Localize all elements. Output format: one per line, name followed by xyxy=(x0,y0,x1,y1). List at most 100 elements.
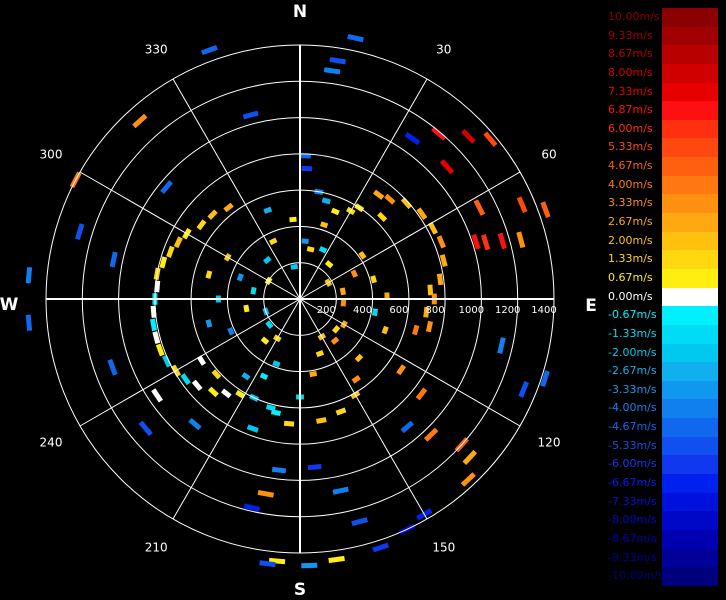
legend-label: -6.00m/s xyxy=(608,457,657,471)
angle-label-240: 240 xyxy=(40,435,63,449)
velocity-gate xyxy=(339,287,346,296)
velocity-gate xyxy=(138,420,153,437)
legend-entry: -6.67m/s xyxy=(606,474,718,493)
legend-label: -8.67m/s xyxy=(608,531,657,545)
legend-label: 1.33m/s xyxy=(608,252,653,266)
range-label-600: 600 xyxy=(389,305,408,316)
velocity-gate xyxy=(372,542,390,553)
velocity-gate xyxy=(400,420,415,434)
velocity-gate xyxy=(431,126,447,141)
legend-label: -2.67m/s xyxy=(608,364,657,378)
velocity-gate xyxy=(330,207,340,216)
azimuth-spoke xyxy=(299,78,428,300)
legend-swatch xyxy=(662,8,718,27)
velocity-gate xyxy=(425,320,434,333)
legend-swatch xyxy=(662,250,718,269)
legend-entry: -9.33m/s xyxy=(606,548,718,568)
legend-label: 0.00m/s xyxy=(608,289,653,303)
velocity-gate xyxy=(290,263,299,270)
legend-label: -7.33m/s xyxy=(608,494,657,508)
velocity-gate xyxy=(205,319,213,328)
legend-label: -2.00m/s xyxy=(608,345,657,359)
legend-label: -5.33m/s xyxy=(608,438,657,452)
legend-swatch xyxy=(662,324,718,344)
velocity-gate xyxy=(372,189,385,200)
velocity-gate xyxy=(321,197,331,205)
velocity-gate xyxy=(351,517,368,527)
velocity-gate xyxy=(132,113,148,129)
velocity-gate xyxy=(436,273,444,286)
velocity-gate xyxy=(301,562,318,569)
range-label-1400: 1400 xyxy=(531,305,556,316)
velocity-gate xyxy=(497,232,507,250)
legend-entry: -4.00m/s xyxy=(606,399,718,419)
velocity-gate xyxy=(371,308,379,317)
legend-entry: 4.67m/s xyxy=(606,157,718,176)
legend-swatch xyxy=(662,380,718,400)
angle-label-210: 210 xyxy=(145,541,168,555)
legend-entry: 4.00m/s xyxy=(606,175,718,195)
legend-swatch xyxy=(662,567,718,586)
legend-label: -10.00m/s xyxy=(608,569,664,583)
velocity-gate xyxy=(151,388,164,403)
legend-label: 7.33m/s xyxy=(608,84,653,98)
velocity-gate xyxy=(347,33,364,43)
legend-label: 6.00m/s xyxy=(608,121,653,135)
legend-swatch xyxy=(662,455,718,475)
polar-grid xyxy=(45,44,555,554)
legend-swatch xyxy=(662,63,718,83)
velocity-gate xyxy=(74,223,85,240)
legend-entry: -3.33m/s xyxy=(606,380,718,400)
velocity-gate xyxy=(173,236,183,249)
velocity-gate xyxy=(250,286,257,295)
legend-label: -4.67m/s xyxy=(608,420,657,434)
velocity-gate xyxy=(205,270,213,279)
velocity-gate xyxy=(306,246,315,253)
velocity-gate xyxy=(473,199,486,216)
legend-entry: 8.67m/s xyxy=(606,45,718,64)
velocity-gate xyxy=(518,381,530,398)
legend-entry: 6.87m/s xyxy=(606,101,718,120)
legend-entry: 9.33m/s xyxy=(606,26,718,46)
velocity-gate xyxy=(166,245,175,258)
velocity-gate xyxy=(436,235,446,249)
velocity-gate xyxy=(201,45,218,56)
legend-swatch xyxy=(662,157,718,176)
legend-entry: -0.67m/s xyxy=(606,306,718,325)
velocity-gate xyxy=(471,233,481,250)
legend-entry: 0.67m/s xyxy=(606,268,718,288)
velocity-gate xyxy=(271,466,287,474)
legend-label: 8.00m/s xyxy=(608,65,653,79)
range-label-400: 400 xyxy=(353,305,372,316)
velocity-gate xyxy=(270,409,282,417)
legend-label: -3.33m/s xyxy=(608,382,657,396)
velocity-gate xyxy=(377,211,388,222)
legend-entry: 0.00m/s xyxy=(606,287,718,307)
velocity-gate xyxy=(404,131,421,146)
velocity-gate xyxy=(268,237,278,246)
velocity-gate xyxy=(191,379,203,392)
velocity-gate xyxy=(350,269,359,278)
legend-swatch xyxy=(662,511,718,530)
legend-swatch xyxy=(662,82,718,102)
legend-swatch xyxy=(662,399,718,419)
azimuth-spoke xyxy=(172,298,301,520)
legend-swatch xyxy=(662,26,718,46)
velocity-gate xyxy=(328,555,345,564)
legend-swatch xyxy=(662,231,718,251)
legend-entry: 2.00m/s xyxy=(606,231,718,251)
velocity-gate xyxy=(235,389,246,399)
velocity-gate xyxy=(540,201,551,218)
velocity-gate xyxy=(283,420,295,427)
legend-label: 9.33m/s xyxy=(608,28,653,42)
legend-entry: -8.00m/s xyxy=(606,511,718,530)
velocity-gate xyxy=(439,159,455,175)
velocity-gate xyxy=(370,275,377,284)
legend-swatch xyxy=(662,45,718,64)
legend-swatch xyxy=(662,362,718,381)
velocity-gate xyxy=(335,407,347,416)
legend-entry: -6.00m/s xyxy=(606,455,718,475)
cardinal-south: S xyxy=(294,580,306,600)
legend-entry: -4.67m/s xyxy=(606,418,718,437)
velocity-gate xyxy=(307,464,322,471)
